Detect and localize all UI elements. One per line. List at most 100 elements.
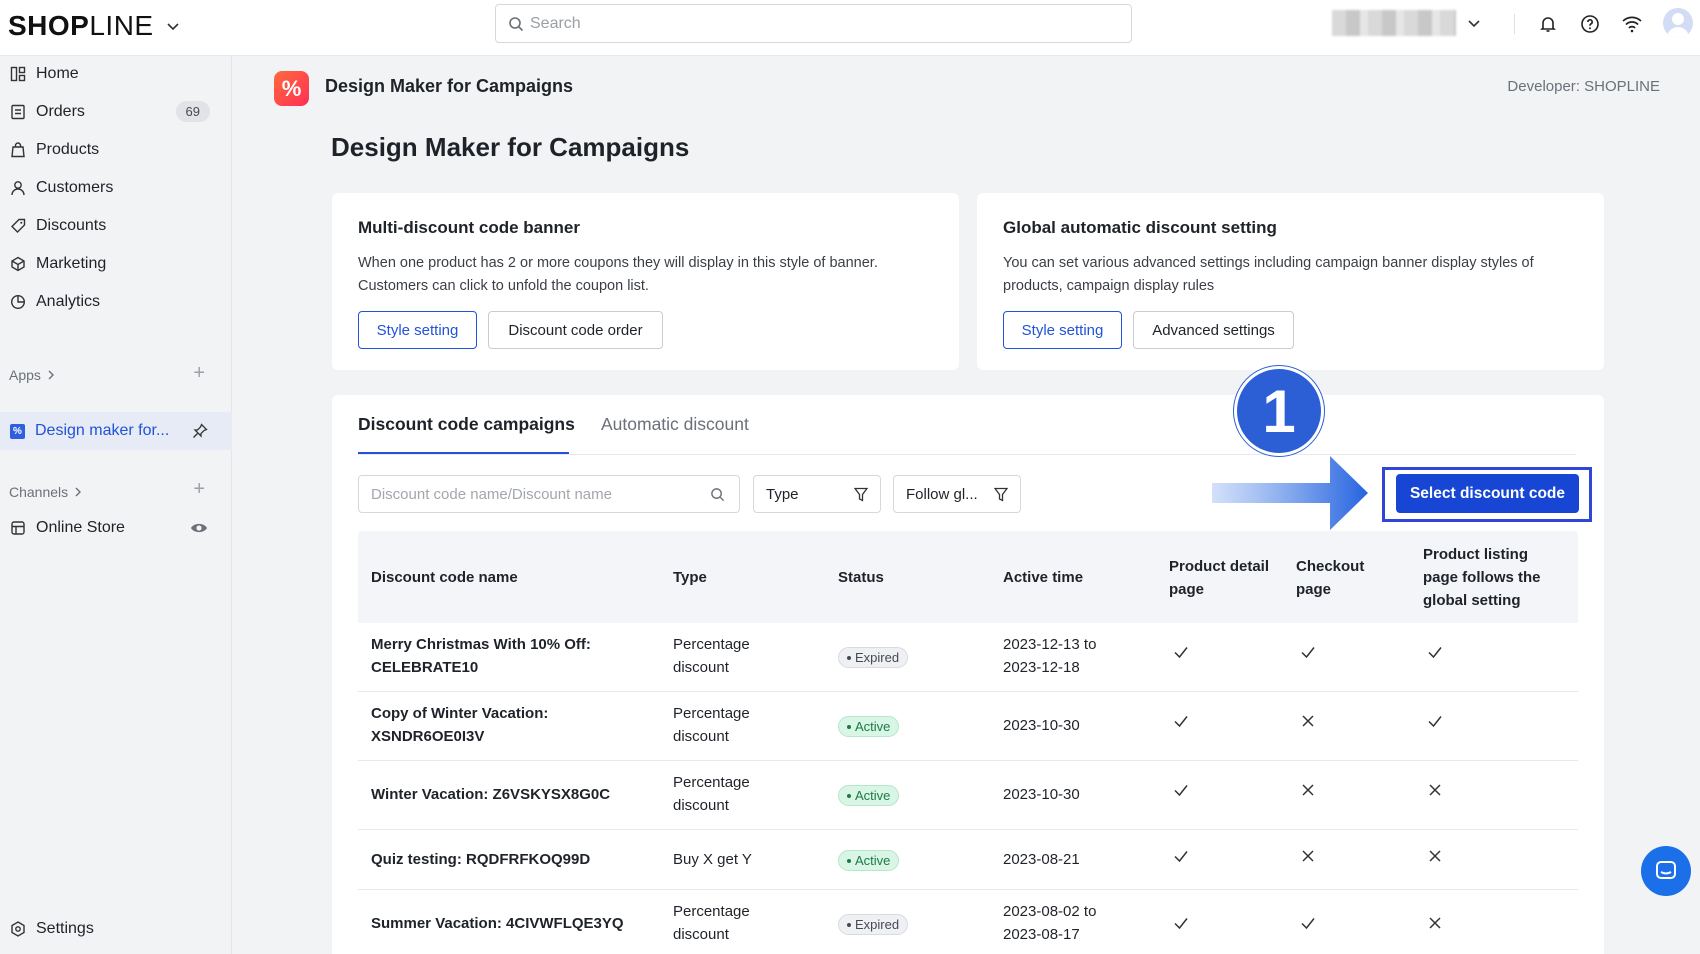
header-line: Checkout (1296, 558, 1365, 575)
discount-name-cell: Summer Vacation: 4CIVWFLQE3YQ (371, 912, 624, 935)
logo-text-bold: SHOP (8, 10, 90, 41)
tab-automatic-discount[interactable]: Automatic discount (601, 414, 749, 435)
cell-line: Percentage (673, 636, 750, 653)
sidebar-item-label: Marketing (36, 255, 107, 272)
add-app-plus-icon[interactable]: + (193, 362, 205, 385)
sidebar-item-discounts[interactable]: Discounts (0, 208, 232, 244)
table-row[interactable]: Winter Vacation: Z6VSKYSX8G0C Percentage… (358, 761, 1578, 830)
apps-section-header[interactable]: Apps (9, 367, 57, 383)
active-time-cell: 2023-10-30 (1003, 714, 1080, 737)
bell-icon[interactable] (1536, 12, 1560, 36)
table-row[interactable]: Summer Vacation: 4CIVWFLQE3YQ Percentage… (358, 890, 1578, 954)
table-row[interactable]: Merry Christmas With 10% Off: CELEBRATE1… (358, 623, 1578, 692)
orders-icon (11, 104, 25, 120)
add-channel-plus-icon[interactable]: + (193, 478, 205, 501)
orders-count-badge: 69 (175, 101, 210, 122)
filter-icon (854, 487, 868, 502)
multi-style-setting-button[interactable]: Style setting (358, 311, 477, 349)
sidebar-item-customers[interactable]: Customers (0, 170, 232, 206)
discount-name-cell: Merry Christmas With 10% Off: CELEBRATE1… (371, 633, 591, 679)
cell-line: discount (673, 728, 729, 745)
eye-icon[interactable] (190, 520, 208, 536)
cell-line: 2023-10-30 (1003, 786, 1080, 803)
status-badge: Active (838, 785, 900, 806)
cell-line: 2023-12-13 to (1003, 636, 1097, 653)
status-dot (847, 858, 851, 863)
sidebar-item-analytics[interactable]: Analytics (0, 284, 232, 320)
table-row[interactable]: Quiz testing: RQDFRFKOQ99D Buy X get Y A… (358, 830, 1578, 890)
sidebar-item-settings[interactable]: Settings (0, 911, 232, 947)
column-header-checkout: Checkout page (1296, 555, 1364, 601)
pin-icon[interactable] (192, 423, 208, 439)
type-filter[interactable]: Type (753, 475, 881, 513)
global-discount-card: Global automatic discount setting You ca… (977, 193, 1604, 370)
sidebar-item-label: Products (36, 141, 100, 158)
select-discount-code-button[interactable]: Select discount code (1396, 474, 1579, 513)
channels-section-header[interactable]: Channels (9, 484, 84, 500)
type-cell: Buy X get Y (673, 848, 752, 871)
sidebar-item-label: Orders (36, 103, 85, 120)
cell-line: 2023-10-30 (1003, 717, 1080, 734)
sidebar-item-online-store[interactable]: Online Store (0, 510, 232, 546)
chevron-down-icon[interactable] (164, 17, 182, 35)
card-title: Multi-discount code banner (358, 218, 580, 237)
type-cell: Percentage discount (673, 771, 750, 817)
card-description-line: When one product has 2 or more coupons t… (358, 255, 878, 271)
cell-line: 2023-08-21 (1003, 851, 1080, 868)
wifi-icon[interactable] (1620, 12, 1644, 36)
sidebar-item-home[interactable]: Home (0, 56, 232, 92)
discount-code-order-button[interactable]: Discount code order (488, 311, 663, 349)
status-badge: Active (838, 716, 900, 737)
chevron-right-icon (75, 487, 82, 497)
status-dot (847, 793, 851, 798)
help-icon[interactable] (1578, 12, 1602, 36)
sidebar-item-design-maker[interactable]: % Design maker for... (0, 412, 232, 450)
column-header-name: Discount code name (371, 569, 518, 586)
sidebar-item-orders[interactable]: Orders 69 (0, 94, 232, 130)
step-number-badge: 1 (1234, 366, 1324, 456)
check-icon (1428, 647, 1442, 659)
sidebar-item-label: Home (36, 65, 79, 82)
cell-line: discount (673, 659, 729, 676)
sidebar-item-products[interactable]: Products (0, 132, 232, 168)
campaign-search-input[interactable]: Discount code name/Discount name (358, 475, 740, 513)
discount-name-cell: Winter Vacation: Z6VSKYSX8G0C (371, 783, 610, 806)
cell-line: Quiz testing: RQDFRFKOQ99D (371, 851, 591, 868)
status-text: Active (855, 853, 891, 868)
products-icon (11, 142, 25, 158)
marketing-icon (11, 256, 25, 272)
card-description-line: You can set various advanced settings in… (1003, 255, 1534, 271)
table-row[interactable]: Copy of Winter Vacation: XSNDR6OE0I3V Pe… (358, 692, 1578, 761)
cross-icon (1429, 850, 1441, 862)
card-description-line: Customers can click to unfold the coupon… (358, 278, 649, 294)
follow-global-filter[interactable]: Follow gl... (893, 475, 1021, 513)
sidebar-item-label: Discounts (36, 217, 107, 234)
global-search-input[interactable]: Search (495, 4, 1132, 43)
column-header-product-detail: Product detail page (1169, 555, 1269, 601)
header-line: Product listing (1423, 546, 1528, 563)
advanced-settings-button[interactable]: Advanced settings (1133, 311, 1294, 349)
account-chevron-down-icon[interactable] (1466, 15, 1482, 31)
shopline-logo[interactable]: SHOP LINE (8, 10, 182, 42)
store-icon (11, 521, 25, 535)
app-logo: % (274, 71, 309, 106)
header-line: Product detail (1169, 558, 1270, 575)
header-line: page (1169, 581, 1205, 598)
annotation-arrow-icon (1212, 456, 1368, 530)
cell-line: 2023-12-18 (1003, 659, 1080, 676)
sidebar-item-marketing[interactable]: Marketing (0, 246, 232, 282)
search-placeholder: Search (530, 14, 581, 32)
sidebar: Home Orders 69 Products Customers Discou… (0, 56, 232, 954)
filter-icon (994, 487, 1008, 502)
tab-discount-code-campaigns[interactable]: Discount code campaigns (358, 414, 575, 435)
chat-support-button[interactable] (1641, 846, 1691, 896)
analytics-icon (10, 294, 26, 310)
account-name-blurred[interactable] (1332, 10, 1456, 36)
active-time-cell: 2023-10-30 (1003, 783, 1080, 806)
check-icon (1174, 918, 1188, 930)
cell-line: Buy X get Y (673, 851, 752, 868)
cell-line: Summer Vacation: 4CIVWFLQE3YQ (371, 915, 624, 932)
column-header-product-listing: Product listing page follows the global … (1423, 543, 1541, 612)
user-avatar[interactable] (1663, 8, 1693, 38)
global-style-setting-button[interactable]: Style setting (1003, 311, 1122, 349)
